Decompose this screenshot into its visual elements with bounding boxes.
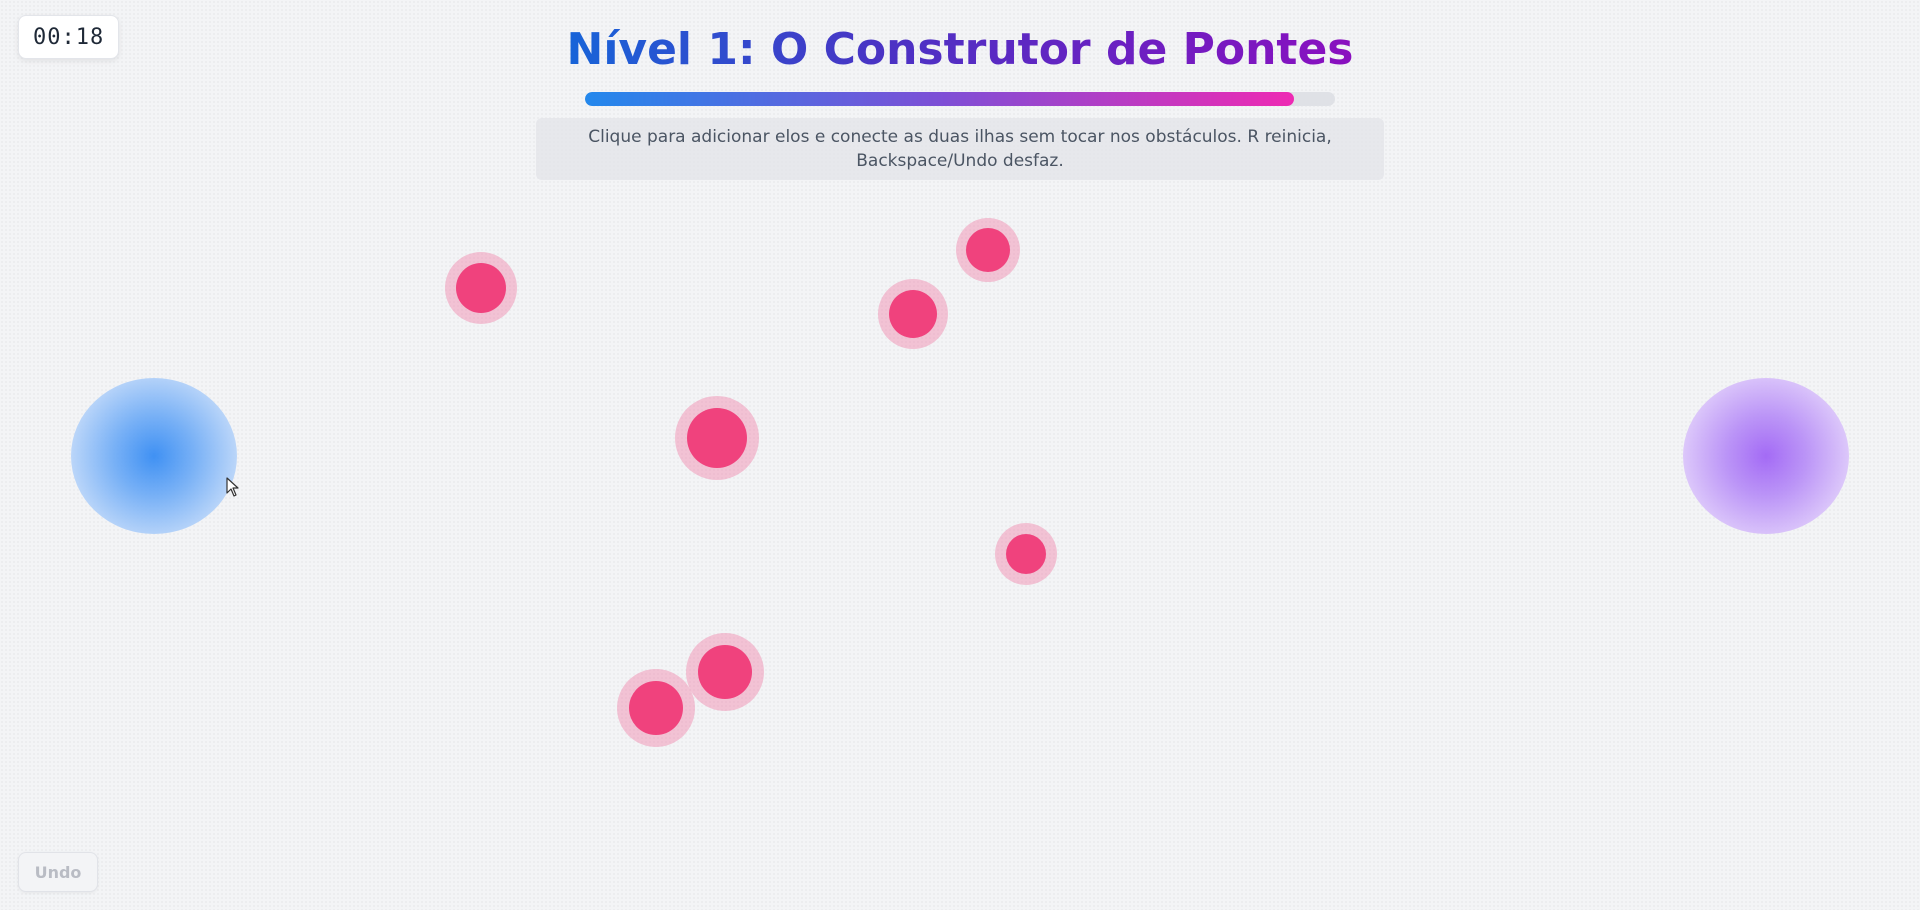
obstacle [1006,534,1046,574]
undo-button[interactable]: Undo [18,852,98,892]
instructions-panel: Clique para adicionar elos e conecte as … [536,118,1384,180]
mouse-cursor-icon [226,477,239,497]
goal-island[interactable] [1683,378,1849,534]
obstacle [687,408,747,468]
start-island[interactable] [71,378,237,534]
obstacle [889,290,937,338]
level-progress-fill [585,92,1294,106]
level-title: Nível 1: O Construtor de Pontes [0,20,1920,80]
obstacle [629,681,683,735]
level-title-text: Nível 1: O Construtor de Pontes [566,24,1354,75]
level-progress-bar [585,92,1335,106]
instructions-text: Clique para adicionar elos e conecte as … [588,127,1332,171]
obstacle [456,263,506,313]
obstacle [966,228,1010,272]
obstacle [698,645,752,699]
